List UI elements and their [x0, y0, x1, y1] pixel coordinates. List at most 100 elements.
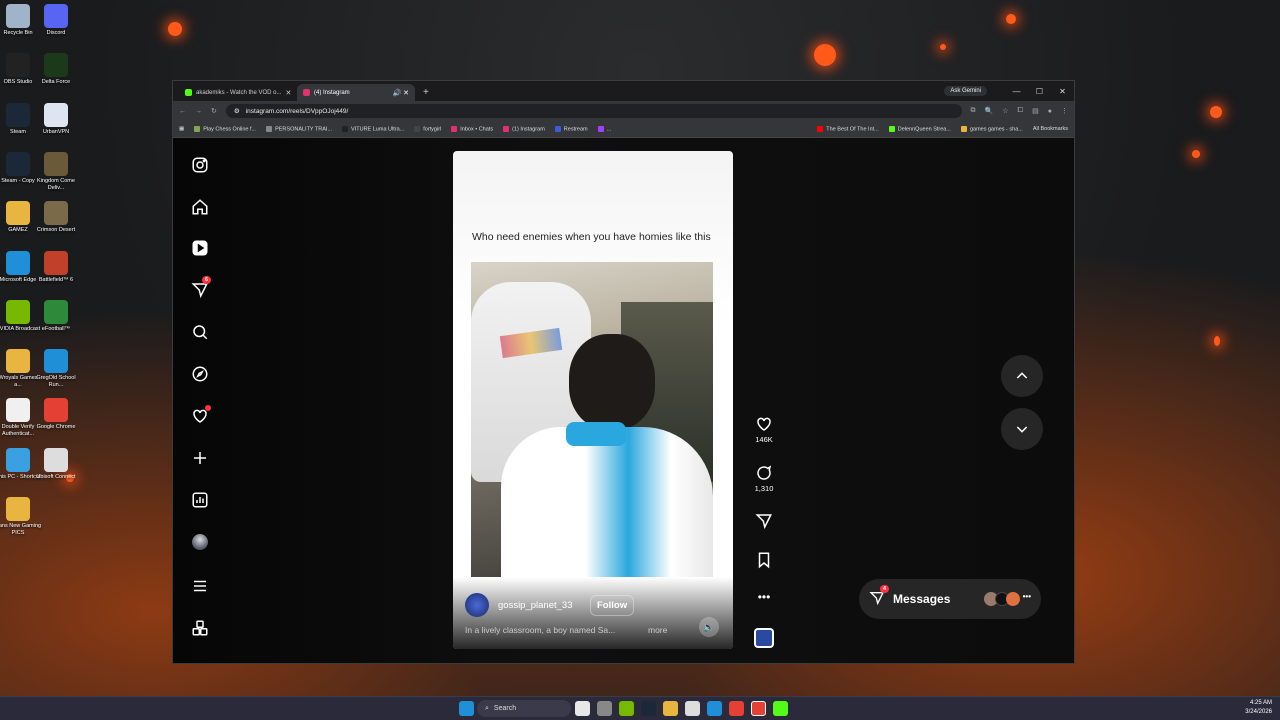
bookmark-star-icon[interactable]: ☆ [1002, 107, 1008, 115]
more-menu-icon[interactable] [187, 573, 213, 599]
bookmark-item[interactable]: PERSONALITY TRAI... [266, 125, 332, 132]
taskbar-search[interactable]: ⌕ Search [477, 700, 571, 717]
apps-icon[interactable]: ▦ [179, 126, 184, 132]
bookmark-item[interactable]: fortygirl [414, 125, 441, 132]
avatar [1005, 592, 1020, 606]
bookmark-label: Restream [563, 126, 588, 133]
search-label: Search [493, 705, 517, 712]
desktop-icon[interactable]: GregOld School Run... [32, 349, 80, 389]
reels-icon[interactable] [187, 235, 213, 261]
also-from-meta-icon[interactable] [187, 615, 213, 641]
close-tab-icon[interactable]: ✕ [285, 89, 291, 97]
chrome-active-icon[interactable] [750, 701, 766, 716]
close-tab-icon[interactable]: 🔊 ✕ [392, 89, 409, 97]
sidepanel-icon[interactable]: ▤ [1032, 107, 1039, 115]
instagram-logo-icon[interactable] [187, 152, 213, 178]
close-window-button[interactable]: ✕ [1051, 87, 1074, 96]
all-bookmarks-button[interactable]: All Bookmarks [1033, 126, 1068, 132]
app-icon[interactable] [772, 701, 788, 716]
desktop-icon[interactable]: Kingdom Come Deliv... [32, 151, 80, 192]
install-icon[interactable]: ⧉ [971, 107, 976, 115]
desktop-icon[interactable]: eFootball™ [32, 299, 80, 333]
dashboard-icon[interactable] [187, 487, 213, 513]
mute-icon[interactable]: 🔈 [699, 617, 719, 637]
site-info-icon[interactable]: ⚙ [234, 107, 240, 115]
desktop-icon[interactable]: UrbanVPN [32, 102, 80, 136]
next-reel-button[interactable] [1001, 408, 1043, 450]
clock-time: 4:25 AM [1249, 700, 1272, 706]
back-icon[interactable]: ← [179, 108, 186, 115]
bookmark-item[interactable]: games games - sha... [960, 125, 1023, 132]
edge-icon[interactable] [706, 701, 722, 716]
more-link[interactable]: more [648, 625, 667, 635]
save-button[interactable] [753, 551, 775, 571]
forward-icon[interactable]: → [195, 108, 202, 115]
bookmark-item[interactable]: (1) Instagram [503, 125, 545, 133]
chrome-icon[interactable] [728, 701, 744, 716]
reel-author-avatar[interactable] [465, 593, 489, 617]
messages-button[interactable]: 4 Messages ••• [859, 579, 1041, 619]
share-button[interactable] [753, 512, 775, 532]
like-button[interactable]: 146K [753, 415, 775, 444]
app-icon [6, 201, 30, 226]
bookmark-item[interactable]: The Best Of The Int... [817, 125, 879, 132]
menu-icon[interactable]: ⋮ [1061, 107, 1068, 115]
new-tab-button[interactable]: + [415, 87, 437, 101]
nvidia-icon[interactable] [618, 701, 634, 716]
desktop-icon[interactable]: Google Chrome [32, 398, 80, 431]
profile-avatar[interactable] [187, 529, 213, 555]
file-explorer-icon[interactable] [662, 701, 678, 716]
more-options-icon[interactable]: ••• [753, 590, 775, 604]
desktop-icon[interactable]: Crimson Desert [32, 201, 80, 234]
create-icon[interactable] [187, 445, 213, 471]
start-icon[interactable] [458, 701, 474, 716]
desktop-icon[interactable]: Ubisoft Connect [32, 447, 80, 481]
minimize-button[interactable]: — [1005, 87, 1028, 96]
task-view-icon[interactable] [574, 701, 590, 716]
bookmark-item[interactable]: ... [597, 125, 612, 133]
desktop-icon[interactable]: Discord [32, 4, 80, 37]
url-field[interactable]: ⚙ instagram.com/reels/DVppOJoj449/ [225, 104, 962, 118]
bookmark-label: ... [606, 126, 612, 133]
desktop-icon[interactable]: Dans New Gaming PICS [0, 497, 42, 537]
bookmark-item[interactable]: Play Chess Online f... [194, 125, 256, 132]
comment-button[interactable]: 1,310 [753, 464, 775, 493]
tab-title: akademiks - Watch the VOD o... [196, 89, 282, 96]
bookmark-label: VITURE Luma Ultra... [351, 126, 405, 133]
tab-kick[interactable]: akademiks - Watch the VOD o... ✕ [179, 84, 297, 101]
follow-button[interactable]: Follow [590, 595, 635, 616]
explore-icon[interactable] [187, 361, 213, 387]
bookmark-item[interactable]: DelennQueen Strea... [888, 125, 951, 132]
message-avatars: ••• [983, 592, 1031, 606]
bookmark-label: (1) Instagram [512, 126, 545, 133]
notepad-icon[interactable] [684, 701, 700, 716]
bookmark-item[interactable]: Restream [554, 125, 588, 133]
profile-icon[interactable]: ● [1048, 108, 1052, 115]
previous-reel-button[interactable] [1001, 355, 1043, 397]
settings-icon[interactable] [596, 701, 612, 716]
desktop-icon-label: Discord [46, 30, 66, 36]
home-icon[interactable] [187, 194, 213, 220]
windows-taskbar: ⌕ Search 4:25 AM 3/24/2026 [0, 696, 1280, 720]
tab-instagram[interactable]: (4) Instagram 🔊 ✕ [297, 84, 415, 101]
extensions-icon[interactable]: ⧠ [1018, 107, 1024, 115]
bookmark-item[interactable]: VITURE Luma Ultra... [342, 125, 405, 133]
bookmarks-bar: ▦ Play Chess Online f... PERSONALITY TRAI.… [173, 121, 1074, 138]
reload-icon[interactable]: ↻ [211, 107, 217, 115]
reel-username[interactable]: gossip_planet_33 [498, 600, 572, 611]
ask-gemini-button[interactable]: Ask Gemini [944, 86, 987, 96]
app-icon [44, 201, 68, 226]
notifications-heart-icon[interactable] [187, 403, 213, 429]
direct-messages-icon[interactable]: 6 [187, 276, 213, 303]
bookmark-item[interactable]: Inbox • Chats [451, 125, 493, 132]
desktop-icon[interactable]: Delta Force [32, 53, 80, 86]
search-icon[interactable] [187, 319, 213, 345]
system-clock[interactable]: 4:25 AM 3/24/2026 [1245, 699, 1272, 717]
maximize-button[interactable]: ☐ [1028, 87, 1051, 96]
desktop-icon[interactable]: Battlefield™ 6 [32, 250, 80, 284]
steam-icon[interactable] [640, 701, 656, 716]
audio-thumbnail[interactable] [754, 628, 774, 648]
reel-video[interactable]: Who need enemies when you have homies li… [453, 151, 733, 649]
app-icon [44, 151, 68, 176]
zoom-icon[interactable]: 🔍 [985, 107, 994, 115]
